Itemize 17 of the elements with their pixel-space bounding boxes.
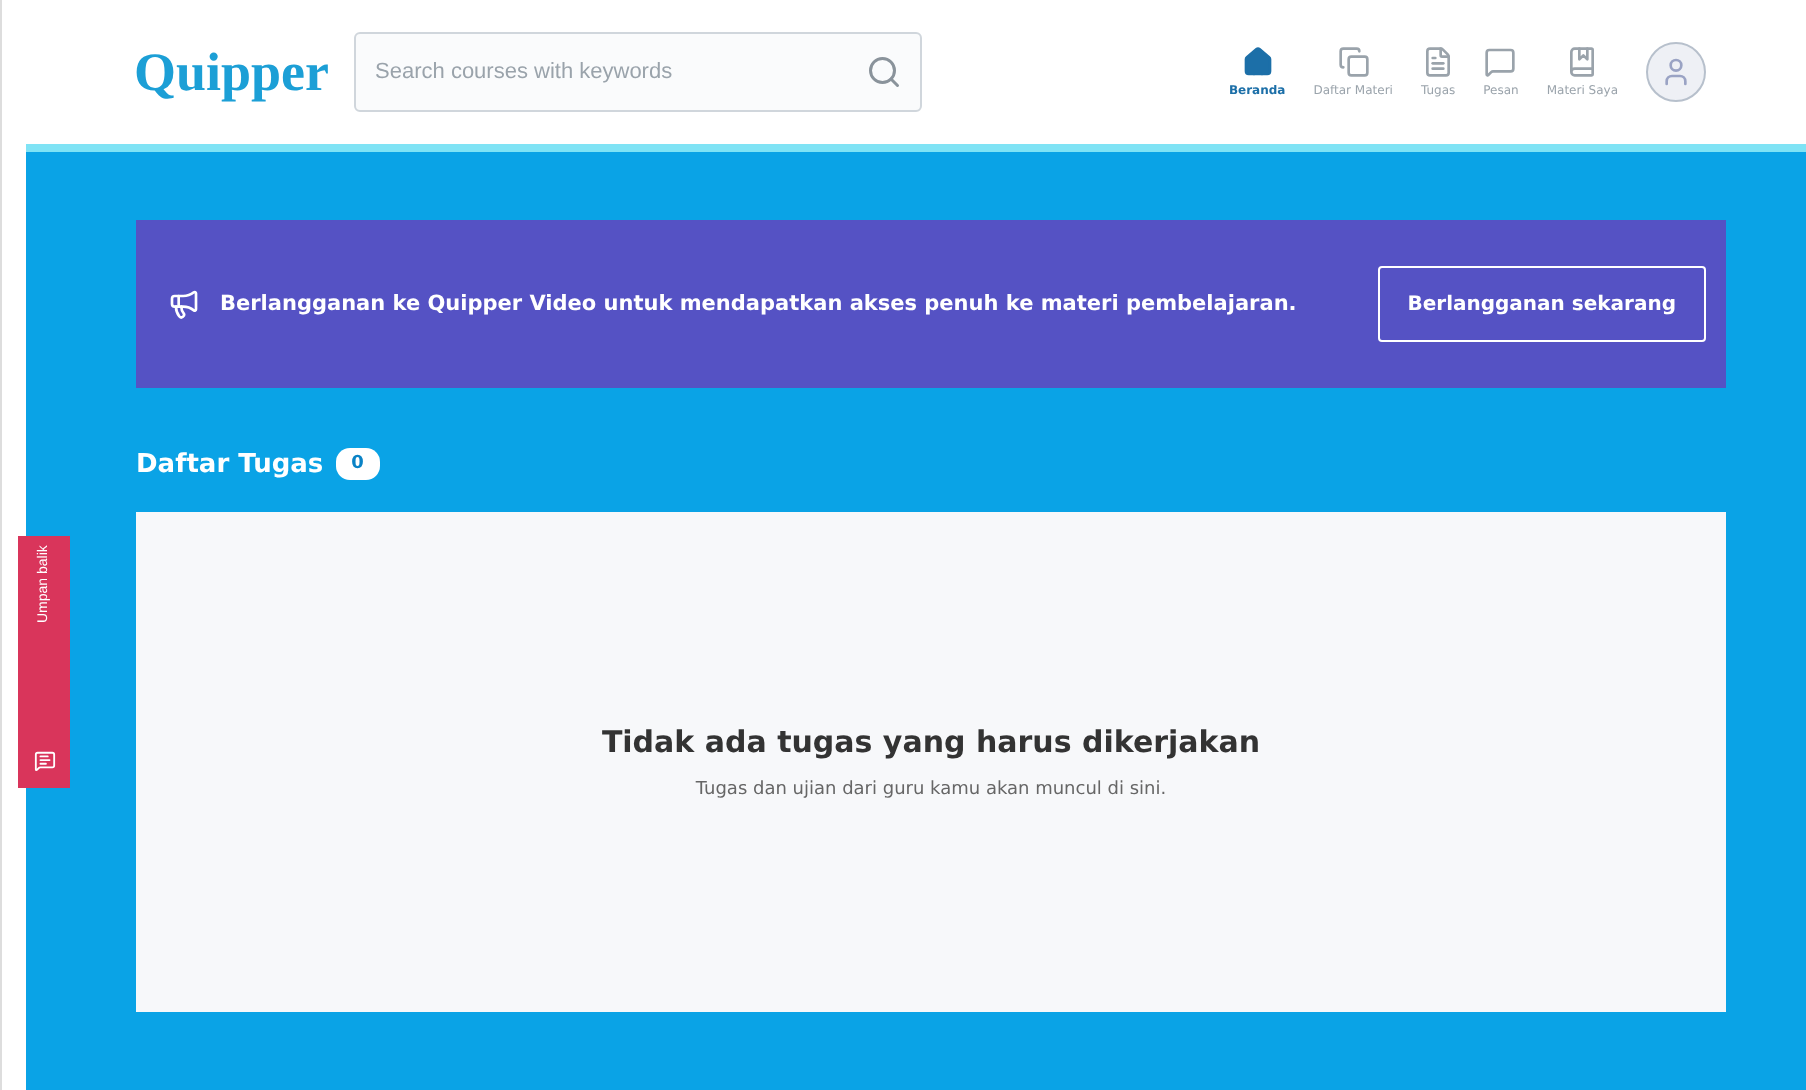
banner-text: Berlangganan ke Quipper Video untuk mendapatkan akses penuh ke materi pembelajaran. xyxy=(220,292,1299,316)
section-title: Daftar Tugas xyxy=(136,449,324,479)
chat-icon xyxy=(1484,46,1517,78)
empty-title: Tidak ada tugas yang harus dikerjakan xyxy=(601,724,1261,760)
subscribe-button[interactable]: Berlangganan sekarang xyxy=(1377,266,1706,342)
empty-subtitle: Tugas dan ujian dari guru kamu akan muncul di sini. xyxy=(695,780,1167,800)
book-icon xyxy=(1566,46,1599,78)
home-icon xyxy=(1241,46,1274,78)
document-icon xyxy=(1422,46,1455,78)
search-icon xyxy=(865,54,902,90)
search-field[interactable]: Search courses with keywords xyxy=(353,32,922,112)
feedback-icon xyxy=(33,750,55,772)
count-badge: 0 xyxy=(335,448,380,480)
megaphone-icon xyxy=(168,288,200,320)
copy-icon xyxy=(1337,46,1370,78)
avatar[interactable] xyxy=(1646,42,1706,102)
logo[interactable]: Quipper xyxy=(134,41,330,103)
